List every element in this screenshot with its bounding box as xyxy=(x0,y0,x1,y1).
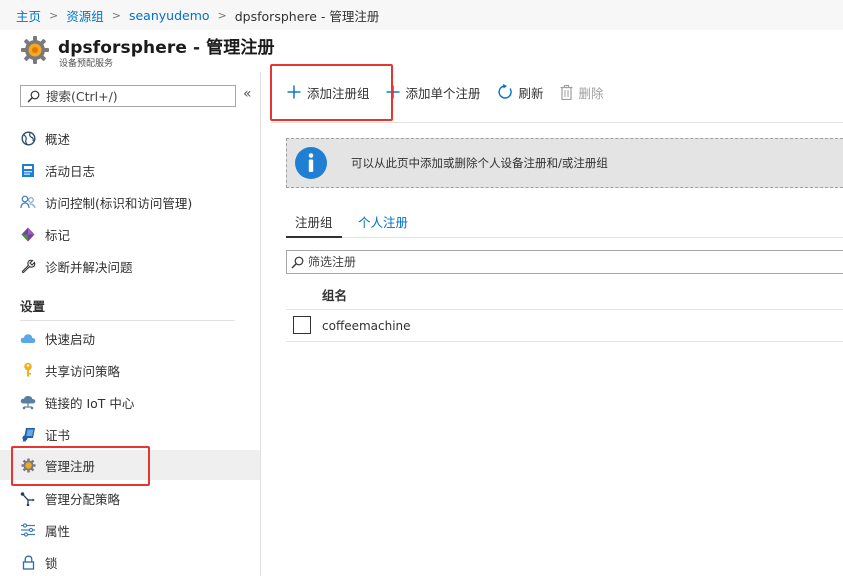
sidebar-item-manage-enrollments[interactable]: 管理注册 xyxy=(0,450,260,480)
sidebar: « 概述 活动日志 访问控制(标识和访问管理) 标记 诊断并解决问题 设置 xyxy=(0,72,261,576)
search-icon xyxy=(291,256,304,268)
breadcrumb-current: dpsforsphere - 管理注册 xyxy=(234,8,380,24)
add-enrollment-group-button[interactable]: 添加注册组 xyxy=(281,77,376,107)
page-title: dpsforsphere - 管理注册 xyxy=(58,38,275,58)
iot-hub-icon xyxy=(20,394,36,410)
enrollment-tabs: 注册组 个人注册 xyxy=(286,210,843,238)
gear-icon xyxy=(20,457,36,473)
sidebar-item-activity-log[interactable]: 活动日志 xyxy=(10,155,260,185)
sidebar-item-diagnose[interactable]: 诊断并解决问题 xyxy=(10,251,260,281)
breadcrumb-resource-groups-link[interactable]: 资源组 xyxy=(66,6,104,25)
sidebar-item-label: 锁 xyxy=(45,555,58,571)
sidebar-item-label: 共享访问策略 xyxy=(45,363,121,379)
sidebar-item-allocation-policy[interactable]: 管理分配策略 xyxy=(10,483,260,513)
breadcrumb-resource-group-link[interactable]: seanyudemo xyxy=(129,8,210,23)
page-header: dpsforsphere - 管理注册 设备预配服务 xyxy=(0,30,843,72)
sidebar-item-overview[interactable]: 概述 xyxy=(10,123,260,153)
search-icon xyxy=(27,90,40,102)
sidebar-section-settings: 设置 xyxy=(20,299,46,314)
add-individual-enrollment-button[interactable]: 添加单个注册 xyxy=(380,77,487,107)
refresh-icon xyxy=(497,84,513,100)
plus-icon xyxy=(287,85,301,99)
sidebar-item-label: 快速启动 xyxy=(45,331,96,347)
chevron-right-icon: > xyxy=(49,8,59,22)
sidebar-item-label: 访问控制(标识和访问管理) xyxy=(45,195,193,211)
refresh-button[interactable]: 刷新 xyxy=(491,77,550,107)
command-toolbar: 添加注册组 添加单个注册 刷新 删除 xyxy=(271,72,843,112)
key-icon xyxy=(20,362,36,378)
sidebar-search-input[interactable] xyxy=(46,88,226,104)
globe-icon xyxy=(20,130,36,146)
info-banner-text: 可以从此页中添加或删除个人设备注册和/或注册组 xyxy=(351,156,608,170)
table-header: 组名 xyxy=(286,280,843,310)
sidebar-item-locks[interactable]: 锁 xyxy=(10,547,260,576)
people-icon xyxy=(20,194,36,210)
delete-button[interactable]: 删除 xyxy=(554,77,610,107)
filter-enrollments-input[interactable] xyxy=(308,255,808,269)
chevron-right-icon: > xyxy=(111,8,121,22)
certificate-icon xyxy=(20,426,36,442)
refresh-label: 刷新 xyxy=(518,85,544,101)
info-icon xyxy=(287,139,335,187)
section-divider xyxy=(20,320,235,321)
breadcrumb: 主页 > 资源组 > seanyudemo > dpsforsphere - 管… xyxy=(0,0,843,30)
sidebar-item-label: 属性 xyxy=(45,523,71,539)
cloud-icon xyxy=(20,330,36,346)
lock-icon xyxy=(20,554,36,570)
tab-enrollment-groups[interactable]: 注册组 xyxy=(286,212,342,238)
properties-icon xyxy=(20,522,36,538)
sidebar-item-shared-access[interactable]: 共享访问策略 xyxy=(10,355,260,385)
sidebar-item-label: 诊断并解决问题 xyxy=(45,259,133,275)
add-enrollment-group-label: 添加注册组 xyxy=(307,85,370,101)
sidebar-search-box[interactable] xyxy=(20,85,236,107)
sidebar-item-certificates[interactable]: 证书 xyxy=(10,419,260,449)
page-subtitle: 设备预配服务 xyxy=(59,59,114,69)
row-checkbox[interactable] xyxy=(293,316,311,334)
table-row[interactable]: coffeemachine xyxy=(286,311,843,342)
gear-icon xyxy=(21,36,49,64)
tab-individual-enrollments[interactable]: 个人注册 xyxy=(349,212,417,238)
sidebar-item-tags[interactable]: 标记 xyxy=(10,219,260,249)
toolbar-divider xyxy=(271,122,843,123)
add-individual-enrollment-label: 添加单个注册 xyxy=(405,85,481,101)
sidebar-item-quickstart[interactable]: 快速启动 xyxy=(10,323,260,353)
sidebar-item-label: 活动日志 xyxy=(45,163,96,179)
sidebar-item-properties[interactable]: 属性 xyxy=(10,515,260,545)
tag-icon xyxy=(20,226,36,242)
sidebar-item-label: 标记 xyxy=(45,227,71,243)
info-banner: 可以从此页中添加或删除个人设备注册和/或注册组 xyxy=(286,138,843,188)
activity-log-icon xyxy=(20,162,36,178)
sidebar-item-label: 链接的 IoT 中心 xyxy=(45,395,135,411)
wrench-icon xyxy=(20,258,36,274)
sidebar-item-label: 管理注册 xyxy=(45,458,96,474)
chevron-right-icon: > xyxy=(217,8,227,22)
trash-icon xyxy=(560,84,573,100)
sidebar-item-label: 管理分配策略 xyxy=(45,491,121,507)
column-header-group-name[interactable]: 组名 xyxy=(322,285,347,304)
filter-box[interactable] xyxy=(286,250,843,274)
sidebar-item-label: 证书 xyxy=(45,427,71,443)
delete-label: 删除 xyxy=(578,85,604,101)
row-group-name[interactable]: coffeemachine xyxy=(322,319,411,333)
breadcrumb-home-link[interactable]: 主页 xyxy=(16,6,41,25)
plus-icon xyxy=(386,85,400,99)
allocation-icon xyxy=(20,490,36,506)
sidebar-item-label: 概述 xyxy=(45,131,71,147)
sidebar-item-linked-iot-hubs[interactable]: 链接的 IoT 中心 xyxy=(10,387,260,417)
sidebar-item-access-control[interactable]: 访问控制(标识和访问管理) xyxy=(10,187,260,217)
collapse-sidebar-button[interactable]: « xyxy=(243,86,252,102)
